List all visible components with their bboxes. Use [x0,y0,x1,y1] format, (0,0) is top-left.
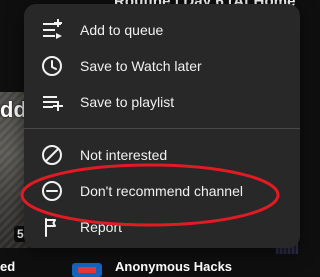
menu-item-save-to-watch-later[interactable]: Save to Watch later [24,48,300,84]
menu-item-add-to-queue[interactable]: Add to queue [24,12,300,48]
remove-circle-icon [40,179,64,203]
background-left-thumbnail-text: dd [0,97,27,122]
add-to-queue-icon [40,18,64,42]
menu-item-label: Save to Watch later [80,58,202,74]
flag-icon [40,215,64,239]
not-interested-icon [40,143,64,167]
menu-item-label: Add to queue [80,22,164,38]
clock-icon [40,54,64,78]
menu-item-label: Save to playlist [80,94,175,110]
playlist-add-icon [40,90,64,114]
menu-item-report[interactable]: Report [24,209,300,245]
menu-item-save-to-playlist[interactable]: Save to playlist [24,84,300,120]
menu-item-not-interested[interactable]: Not interested [24,137,300,173]
menu-item-dont-recommend-channel[interactable]: Don't recommend channel [24,173,300,209]
menu-item-label: Report [80,219,123,235]
menu-item-label: Not interested [80,147,168,163]
background-channel-icon[interactable] [72,263,102,277]
menu-divider [24,128,300,129]
menu-item-label: Don't recommend channel [80,183,243,199]
video-context-menu: Add to queue Save to Watch later Save to… [24,4,300,248]
